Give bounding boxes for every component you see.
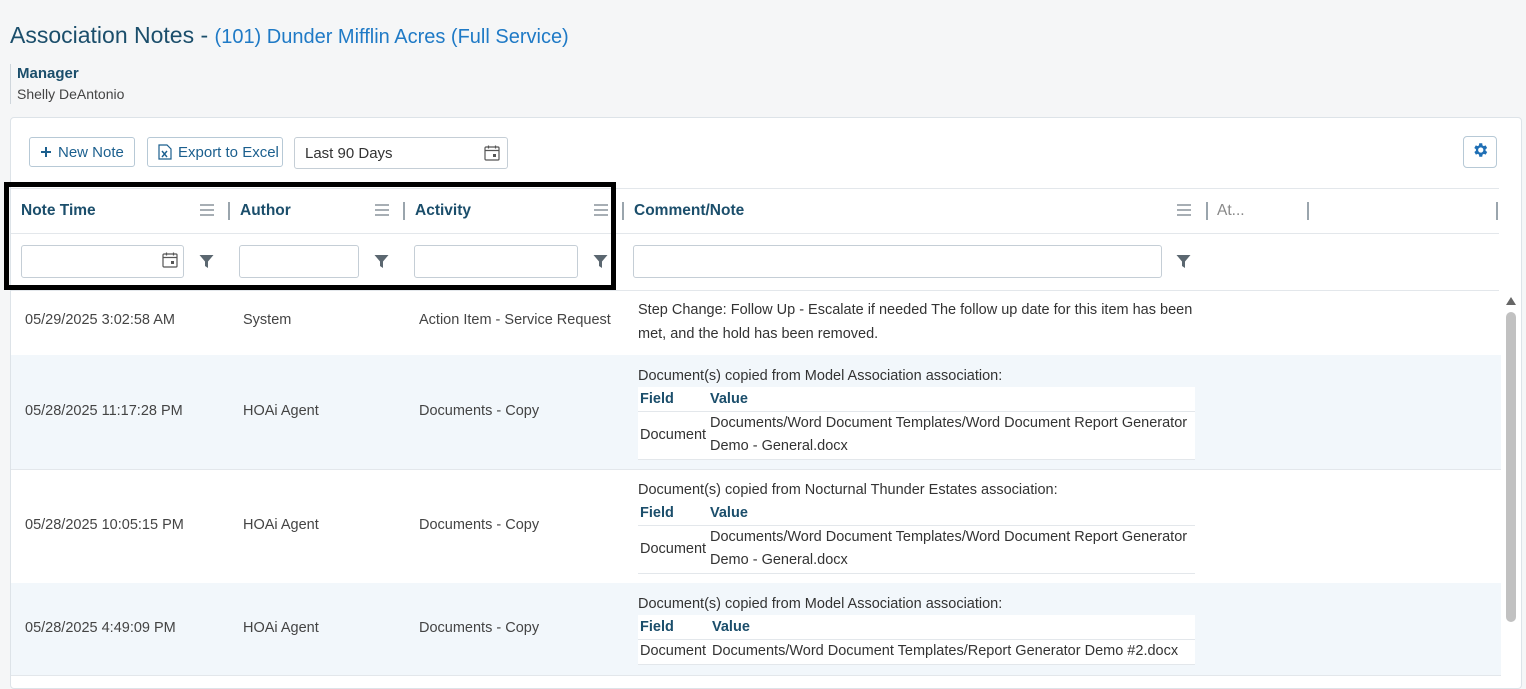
value-header: Value bbox=[710, 391, 748, 407]
vertical-scrollbar[interactable] bbox=[1504, 293, 1518, 688]
activity-filter-input[interactable] bbox=[414, 245, 578, 278]
field-cell: Document bbox=[640, 643, 707, 659]
new-note-label: New Note bbox=[58, 143, 124, 161]
comment-cell: Document(s) copied from Model Associatio… bbox=[638, 368, 1003, 384]
comment-filter-input[interactable] bbox=[633, 245, 1162, 278]
divider bbox=[638, 573, 1195, 574]
note-time-cell: 05/28/2025 11:17:28 PM bbox=[25, 403, 183, 419]
association-link[interactable]: (101) Dunder Mifflin Acres (Full Service… bbox=[215, 26, 569, 48]
settings-button[interactable] bbox=[1463, 136, 1497, 168]
comment-cell: Document(s) copied from Model Associatio… bbox=[638, 596, 1003, 612]
value-cell: Documents/Word Document Templates/Word D… bbox=[710, 412, 1187, 458]
plus-icon bbox=[40, 146, 52, 158]
page-title: Association Notes - (101) Dunder Mifflin… bbox=[10, 22, 569, 49]
date-range-picker[interactable]: Last 90 Days bbox=[294, 137, 508, 169]
author-cell: HOAi Agent bbox=[243, 517, 319, 533]
filter-icon[interactable] bbox=[374, 254, 389, 274]
author-cell: HOAi Agent bbox=[243, 620, 319, 636]
field-header: Field bbox=[640, 391, 674, 407]
activity-cell: Documents - Copy bbox=[419, 517, 540, 533]
value-header: Value bbox=[710, 505, 748, 521]
column-resize-handle[interactable] bbox=[622, 202, 624, 220]
new-note-button[interactable]: New Note bbox=[29, 137, 135, 167]
table-row[interactable]: 05/28/2025 11:17:28 PM HOAi Agent Docume… bbox=[11, 355, 1501, 470]
scrollbar-thumb[interactable] bbox=[1506, 312, 1516, 622]
table-row[interactable]: 05/28/2025 10:05:15 PM HOAi Agent Docume… bbox=[11, 469, 1501, 584]
calendar-icon[interactable] bbox=[162, 252, 178, 273]
value-line: Demo - General.docx bbox=[710, 552, 848, 568]
column-menu-icon[interactable] bbox=[1177, 203, 1191, 221]
date-range-value: Last 90 Days bbox=[305, 144, 393, 162]
field-header: Field bbox=[640, 619, 674, 635]
column-header-note-time[interactable]: Note Time bbox=[21, 189, 96, 233]
calendar-icon[interactable] bbox=[484, 145, 500, 165]
manager-info: Manager Shelly DeAntonio bbox=[10, 64, 124, 104]
comment-line: Step Change: Follow Up - Escalate if nee… bbox=[638, 302, 1193, 318]
notes-panel: New Note Export to Excel Last 90 Days No… bbox=[10, 117, 1522, 689]
field-header: Field bbox=[640, 505, 674, 521]
column-resize-handle[interactable] bbox=[1206, 202, 1208, 220]
value-header: Value bbox=[712, 619, 750, 635]
column-menu-icon[interactable] bbox=[594, 203, 608, 221]
field-cell: Document bbox=[640, 427, 707, 443]
value-line: Documents/Word Document Templates/Word D… bbox=[710, 415, 1188, 431]
manager-label: Manager bbox=[17, 65, 79, 82]
comment-cell: Document(s) copied from Nocturnal Thunde… bbox=[638, 482, 1058, 498]
comment-line: met, and the hold has been removed. bbox=[638, 326, 879, 342]
toolbar: New Note Export to Excel Last 90 Days bbox=[11, 118, 1521, 188]
gear-icon bbox=[1471, 141, 1489, 164]
activity-cell: Documents - Copy bbox=[419, 403, 540, 419]
table-row[interactable]: 05/28/2025 4:49:09 PM HOAi Agent Documen… bbox=[11, 583, 1501, 676]
filter-icon[interactable] bbox=[593, 254, 608, 274]
value-cell: Documents/Word Document Templates/Report… bbox=[712, 643, 1179, 659]
author-filter-input[interactable] bbox=[239, 245, 359, 278]
value-line: Demo - General.docx bbox=[710, 438, 848, 454]
filter-row bbox=[11, 233, 1499, 291]
column-resize-handle[interactable] bbox=[403, 202, 405, 220]
comment-cell: Step Change: Follow Up - Escalate if nee… bbox=[638, 298, 1198, 346]
column-resize-handle[interactable] bbox=[228, 202, 230, 220]
column-header-author[interactable]: Author bbox=[240, 189, 291, 233]
page-title-text: Association Notes - bbox=[10, 22, 215, 48]
value-line: Documents/Word Document Templates/Word D… bbox=[710, 529, 1188, 545]
author-cell: HOAi Agent bbox=[243, 403, 319, 419]
note-time-cell: 05/29/2025 3:02:58 AM bbox=[25, 312, 175, 328]
filter-icon[interactable] bbox=[1176, 254, 1191, 274]
export-excel-label: Export to Excel bbox=[178, 143, 279, 161]
column-resize-handle[interactable] bbox=[1496, 202, 1498, 220]
filter-icon[interactable] bbox=[199, 254, 214, 274]
field-value-table: Field Value Document Documents/Word Docu… bbox=[638, 387, 1195, 460]
excel-icon bbox=[158, 144, 172, 160]
divider bbox=[638, 459, 1195, 460]
field-value-table: Field Value Document Documents/Word Docu… bbox=[638, 615, 1195, 665]
note-time-cell: 05/28/2025 4:49:09 PM bbox=[25, 620, 176, 636]
column-header-activity[interactable]: Activity bbox=[415, 189, 471, 233]
manager-name: Shelly DeAntonio bbox=[17, 86, 125, 102]
divider bbox=[638, 664, 1195, 665]
column-menu-icon[interactable] bbox=[375, 203, 389, 221]
field-cell: Document bbox=[640, 541, 707, 557]
activity-cell: Documents - Copy bbox=[419, 620, 540, 636]
export-excel-button[interactable]: Export to Excel bbox=[147, 137, 283, 167]
value-cell: Documents/Word Document Templates/Word D… bbox=[710, 526, 1187, 572]
column-menu-icon[interactable] bbox=[200, 203, 214, 221]
note-time-cell: 05/28/2025 10:05:15 PM bbox=[25, 517, 184, 533]
scroll-up-arrow-icon[interactable] bbox=[1506, 297, 1516, 305]
activity-cell: Action Item - Service Request bbox=[419, 312, 611, 328]
table-row[interactable]: 05/29/2025 3:02:58 AM System Action Item… bbox=[11, 289, 1501, 356]
author-cell: System bbox=[243, 312, 292, 328]
column-header-comment[interactable]: Comment/Note bbox=[634, 189, 744, 233]
note-time-filter-input[interactable] bbox=[21, 245, 184, 278]
column-resize-handle[interactable] bbox=[1307, 202, 1309, 220]
field-value-table: Field Value Document Documents/Word Docu… bbox=[638, 501, 1195, 574]
column-header-attachments[interactable]: At... bbox=[1217, 189, 1245, 233]
grid-header: Note Time Author Activity Comment/Note A… bbox=[11, 188, 1499, 291]
